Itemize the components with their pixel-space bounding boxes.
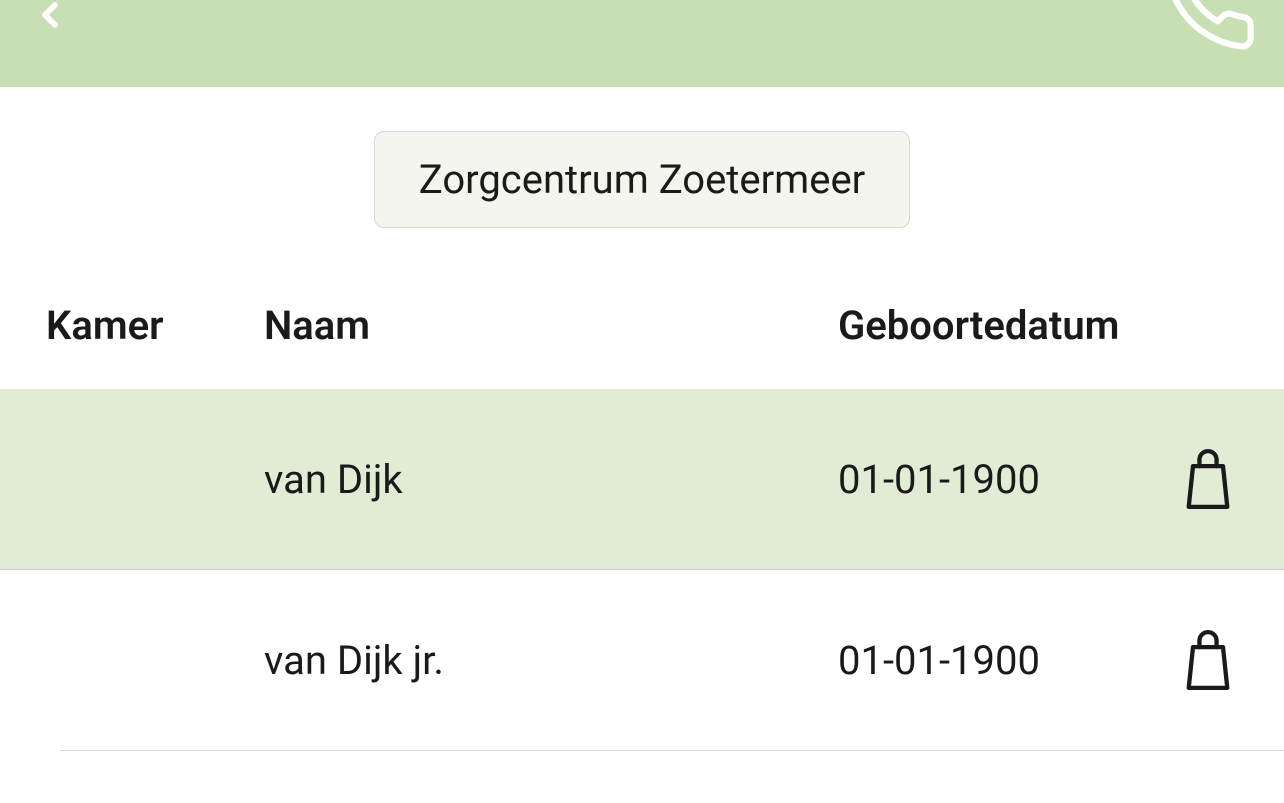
cell-geboortedatum: 01-01-1900 [838, 456, 1178, 503]
table-row[interactable]: van Dijk 01-01-1900 [0, 389, 1284, 570]
back-button[interactable] [30, 0, 70, 87]
table-row[interactable]: van Dijk jr. 01-01-1900 [60, 570, 1284, 751]
cell-naam: van Dijk jr. [264, 637, 838, 684]
shopping-bag-icon [1182, 630, 1234, 690]
residents-table: Kamer Naam Geboortedatum van Dijk 01-01-… [0, 272, 1284, 751]
phone-button[interactable] [1159, 0, 1254, 87]
table-header: Kamer Naam Geboortedatum [0, 272, 1284, 389]
chevron-left-icon [30, 0, 70, 35]
header-bar [0, 0, 1284, 87]
shopping-bag-button[interactable] [1178, 630, 1238, 690]
shopping-bag-button[interactable] [1178, 449, 1238, 509]
phone-icon [1159, 0, 1259, 55]
cell-naam: van Dijk [264, 456, 838, 503]
location-selector[interactable]: Zorgcentrum Zoetermeer [374, 131, 910, 228]
column-header-action [1178, 302, 1238, 349]
cell-geboortedatum: 01-01-1900 [838, 637, 1178, 684]
column-header-naam: Naam [264, 302, 838, 349]
shopping-bag-icon [1182, 449, 1234, 509]
location-name: Zorgcentrum Zoetermeer [419, 156, 865, 203]
column-header-geboortedatum: Geboortedatum [838, 302, 1178, 349]
table-body: van Dijk 01-01-1900 van Dijk jr. 01-01-1… [0, 389, 1284, 751]
location-container: Zorgcentrum Zoetermeer [0, 87, 1284, 272]
column-header-kamer: Kamer [46, 302, 264, 349]
